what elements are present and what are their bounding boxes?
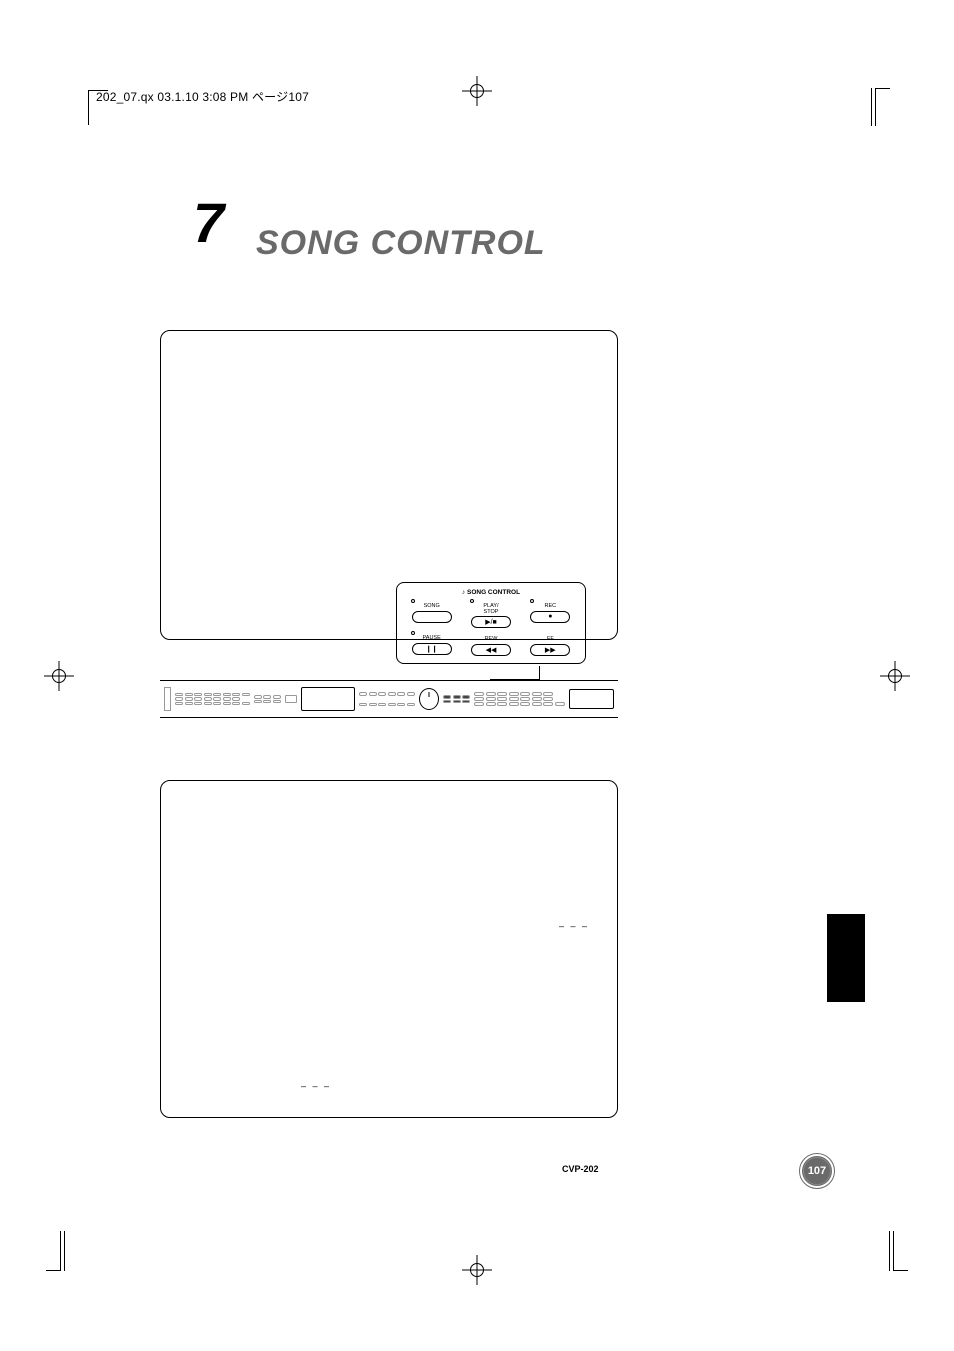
ff-button[interactable]: ▶▶: [530, 644, 570, 656]
rec-label: REC: [545, 604, 557, 610]
registration-mark-right: [886, 667, 904, 685]
crop-mark-br: [854, 1231, 894, 1271]
section-tab: [827, 914, 865, 1002]
contrast-block: [285, 695, 297, 703]
crop-mark-tr: [854, 88, 876, 126]
page-number-badge: 107: [802, 1156, 832, 1186]
rec-button[interactable]: ●: [530, 611, 570, 623]
chapter-title: SONG CONTROL: [256, 224, 546, 263]
callout-line: [490, 666, 540, 680]
keyboard-panel-strip: [160, 680, 618, 718]
chapter-number: 7: [193, 190, 224, 255]
playstop-label: PLAY/ STOP: [483, 604, 498, 615]
playstop-button-group: PLAY/ STOP ▶/■: [464, 599, 517, 628]
registration-mark-left: [50, 667, 68, 685]
registration-mark-top: [468, 82, 486, 100]
pause-label: PAUSE: [423, 636, 441, 642]
main-content-box: – – – – – –: [160, 780, 618, 1118]
footer-model: CVP-202: [562, 1164, 599, 1174]
song-button-group: SONG: [405, 599, 458, 628]
lcd-buttons: [359, 692, 415, 706]
volume-slider-icon: [164, 687, 171, 711]
crop-mark-bl: [60, 1231, 100, 1271]
button-cluster-4: [474, 692, 565, 706]
pause-button[interactable]: ❙❙: [412, 643, 452, 655]
floppy-drive-icon: [569, 689, 614, 709]
ff-button-group: FF ▶▶: [524, 631, 577, 656]
file-header: 202_07.qx 03.1.10 3:08 PM ページ107: [96, 88, 309, 105]
led-icon: [411, 631, 415, 635]
dash-placeholder-1: – – –: [559, 921, 589, 931]
ff-label: FF: [547, 637, 554, 643]
led-icon: [530, 599, 534, 603]
lcd-screen-icon: [301, 687, 356, 711]
panel-title: SONG CONTROL: [405, 589, 577, 596]
song-control-panel: SONG CONTROL SONG PLAY/ STOP ▶/■ REC ● P…: [396, 582, 586, 664]
playstop-button[interactable]: ▶/■: [471, 616, 511, 628]
rec-button-group: REC ●: [524, 599, 577, 628]
song-label: SONG: [424, 604, 440, 610]
led-icon: [411, 599, 415, 603]
rew-button-group: REW ◀◀: [464, 631, 517, 656]
panel-row-2: PAUSE ❙❙ REW ◀◀ FF ▶▶: [405, 631, 577, 656]
button-cluster-2: [254, 695, 281, 703]
pause-button-group: PAUSE ❙❙: [405, 631, 458, 656]
registration-mark-bottom: [468, 1261, 486, 1279]
panel-row-1: SONG PLAY/ STOP ▶/■ REC ●: [405, 599, 577, 628]
rew-label: REW: [485, 637, 498, 643]
button-cluster-1: [175, 693, 250, 706]
song-button[interactable]: [412, 611, 452, 623]
data-dial-icon: [419, 688, 439, 710]
rew-button[interactable]: ◀◀: [471, 644, 511, 656]
led-icon: [470, 599, 474, 603]
button-cluster-3: [443, 695, 470, 703]
dash-placeholder-2: – – –: [301, 1081, 331, 1091]
